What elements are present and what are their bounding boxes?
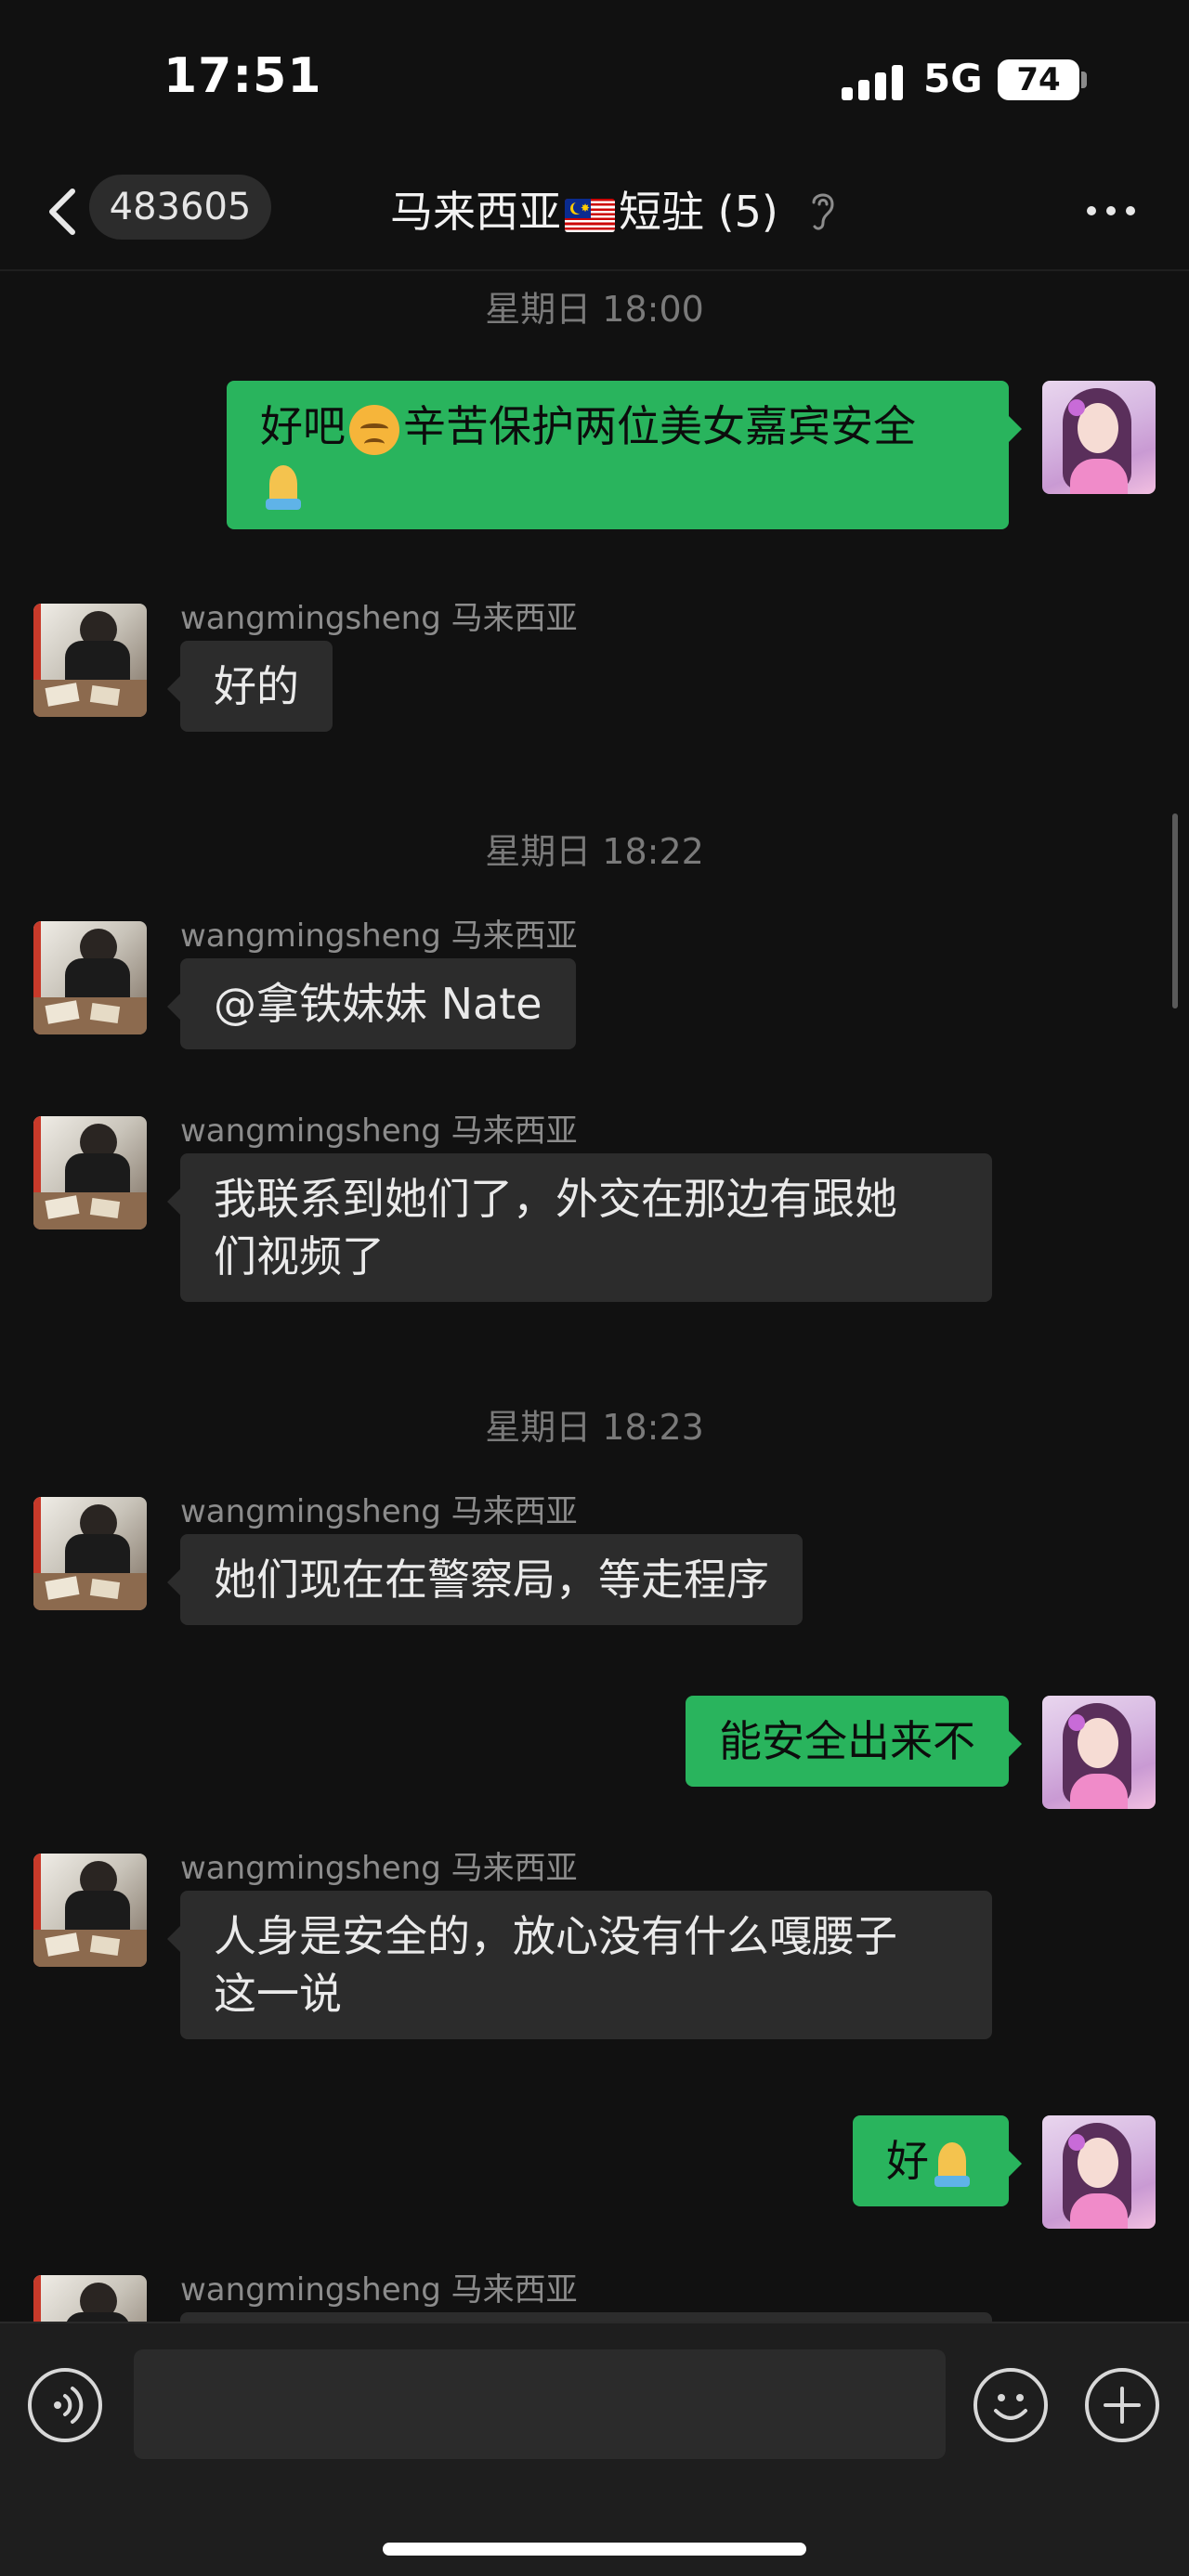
outgoing-message[interactable]: 好 (853, 2115, 1022, 2206)
my-avatar[interactable] (1042, 1696, 1156, 1809)
message-text-line: 人身是安全的，放心没有什么嘎腰子 (214, 1911, 897, 1961)
sender-name: wangmingsheng 马来西亚 (180, 917, 578, 955)
sender-avatar[interactable] (33, 921, 147, 1034)
message-text-line: 我联系到她们了，外交在那边有跟她 (214, 1174, 897, 1224)
status-bar: 17:51 5G 74 (0, 0, 1189, 158)
unread-count-badge[interactable]: 483605 (89, 175, 271, 240)
incoming-message[interactable]: @拿铁妹妹 Nate (167, 958, 576, 1049)
message-text: @拿铁妹妹 Nate (214, 979, 542, 1029)
sender-name: wangmingsheng 马来西亚 (180, 1112, 578, 1150)
message-text: 好 (886, 2136, 929, 2186)
message-text: 辛苦保护两位美女嘉宾安全 (403, 401, 916, 451)
back-chevron-icon[interactable] (41, 184, 87, 240)
chat-title: 马来西亚 ✸ 短驻 (5) (390, 178, 778, 240)
sender-avatar[interactable] (33, 1116, 147, 1229)
sender-avatar[interactable] (33, 604, 147, 717)
voice-button[interactable] (28, 2368, 102, 2442)
incoming-message[interactable] (180, 2312, 992, 2322)
sender-avatar[interactable] (33, 1854, 147, 1967)
chat-title-part1: 马来西亚 (390, 187, 561, 237)
disappointed-face-icon (349, 404, 399, 455)
emoji-button[interactable] (973, 2368, 1048, 2442)
input-bar (0, 2322, 1189, 2576)
home-indicator[interactable] (383, 2543, 806, 2556)
message-list[interactable]: 星期日 18:00 好吧 辛苦保护两位美女嘉宾安全 wangmingsheng 马… (0, 271, 1189, 2322)
message-input[interactable] (134, 2349, 946, 2459)
member-count: (5) (717, 187, 778, 237)
emoji-icon (994, 2394, 1027, 2420)
incoming-message[interactable]: 她们现在在警察局，等走程序 (167, 1534, 803, 1625)
outgoing-message[interactable]: 好吧 辛苦保护两位美女嘉宾安全 (227, 381, 1022, 529)
sender-name: wangmingsheng 马来西亚 (180, 600, 578, 637)
network-type: 5G (923, 56, 983, 101)
battery-tip (1081, 72, 1087, 88)
sender-name: wangmingsheng 马来西亚 (180, 1493, 578, 1530)
ear-icon (812, 193, 834, 230)
sender-avatar[interactable] (33, 2275, 147, 2322)
battery-icon: 74 (998, 59, 1079, 100)
message-text: 能安全出来不 (719, 1716, 975, 1766)
message-text-line: 们视频了 (214, 1231, 385, 1281)
sender-name: wangmingsheng 马来西亚 (180, 1850, 578, 1887)
my-avatar[interactable] (1042, 381, 1156, 494)
timestamp: 星期日 18:23 (485, 1407, 704, 1448)
chat-header: 483605 马来西亚 ✸ 短驻 (5) (0, 158, 1189, 271)
my-avatar[interactable] (1042, 2115, 1156, 2229)
status-time: 17:51 (163, 48, 322, 104)
folded-hands-icon (931, 2140, 973, 2189)
outgoing-message[interactable]: 能安全出来不 (686, 1696, 1022, 1787)
message-text: 好吧 (260, 401, 346, 451)
malaysia-flag-icon: ✸ (565, 198, 615, 232)
chat-title-part2: 短驻 (619, 187, 704, 237)
timestamp: 星期日 18:22 (485, 831, 704, 872)
timestamp: 星期日 18:00 (485, 289, 704, 330)
message-text: 好的 (214, 661, 299, 711)
message-text: 她们现在在警察局，等走程序 (214, 1555, 769, 1605)
scrollbar[interactable] (1172, 813, 1178, 1008)
sender-avatar[interactable] (33, 1497, 147, 1610)
more-icon[interactable] (1083, 201, 1139, 219)
sender-name: wangmingsheng 马来西亚 (180, 2271, 578, 2309)
folded-hands-icon (262, 463, 305, 512)
message-text-line: 这一说 (214, 1969, 342, 2019)
incoming-message[interactable]: 人身是安全的，放心没有什么嘎腰子 这一说 (167, 1891, 992, 2039)
incoming-message[interactable]: 好的 (167, 641, 333, 732)
plus-icon (1104, 2387, 1141, 2424)
voice-icon (54, 2387, 84, 2424)
incoming-message[interactable]: 我联系到她们了，外交在那边有跟她 们视频了 (167, 1153, 992, 1302)
signal-icon (842, 63, 907, 100)
plus-button[interactable] (1085, 2368, 1159, 2442)
